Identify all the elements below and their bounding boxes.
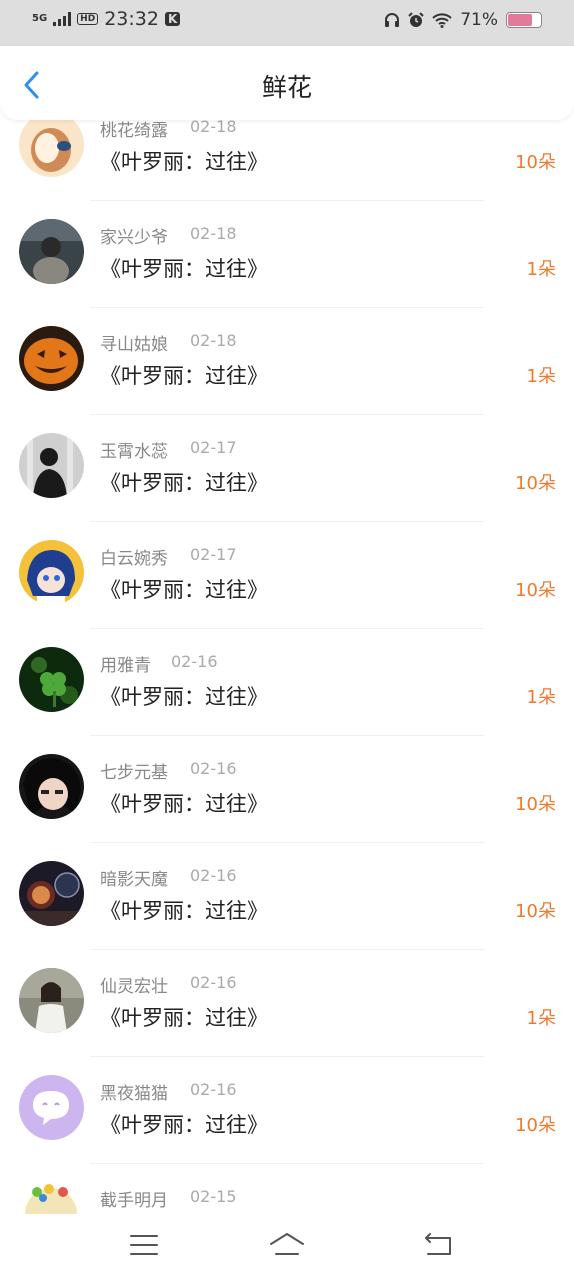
- book-title: 《叶罗丽：过往》: [100, 578, 268, 602]
- flower-count: 10朵: [515, 473, 556, 494]
- date: 02-16: [190, 1080, 237, 1099]
- book-title: 《叶罗丽：过往》: [100, 364, 268, 388]
- book-title: 《叶罗丽：过往》: [100, 471, 268, 495]
- user-name: 截手明月: [100, 1191, 168, 1211]
- user-name: 仙灵宏壮: [100, 977, 168, 997]
- flower-count: 1朵: [526, 687, 556, 708]
- flower-count: 1朵: [526, 1008, 556, 1029]
- avatar: [19, 647, 84, 712]
- menu-icon: [130, 1235, 158, 1255]
- book-title: 《叶罗丽：过往》: [100, 899, 268, 923]
- battery-percent: 71%: [460, 10, 498, 30]
- status-right: 71%: [384, 10, 542, 30]
- user-name: 家兴少爷: [100, 228, 168, 248]
- network-type: 5G: [32, 13, 48, 24]
- title-bar: 鲜花: [0, 46, 574, 120]
- signal-icon: [53, 12, 72, 26]
- date: 02-16: [171, 652, 218, 671]
- list-item[interactable]: 截手明月 02-15: [0, 1157, 574, 1214]
- book-title: 《叶罗丽：过往》: [100, 1006, 268, 1030]
- home-icon: [270, 1233, 304, 1255]
- status-left: 5G HD 23:32 K: [32, 8, 181, 30]
- book-title: 《叶罗丽：过往》: [100, 1113, 268, 1137]
- avatar: [19, 326, 84, 391]
- list-item[interactable]: 七步元基 02-16 《叶罗丽：过往》 10朵: [0, 729, 574, 836]
- back-icon: [425, 1233, 451, 1255]
- list-item[interactable]: 仙灵宏壮 02-16 《叶罗丽：过往》 1朵: [0, 943, 574, 1050]
- system-back-button[interactable]: [418, 1228, 458, 1262]
- date: 02-18: [190, 224, 237, 243]
- headphones-icon: [385, 13, 400, 27]
- page-title: 鲜花: [261, 73, 312, 102]
- user-name: 黑夜猫猫: [100, 1084, 168, 1104]
- user-name: 玉霄水蕊: [100, 442, 168, 462]
- status-time: 23:32: [104, 8, 159, 30]
- user-name: 暗影天魔: [100, 870, 168, 890]
- flower-count: 1朵: [526, 366, 556, 387]
- user-name: 七步元基: [100, 763, 168, 783]
- list-item[interactable]: 用雅青 02-16 《叶罗丽：过往》 1朵: [0, 622, 574, 729]
- user-name: 寻山姑娘: [100, 335, 168, 355]
- hd-badge: HD: [77, 13, 99, 25]
- navigation-bar: [0, 1214, 574, 1280]
- flower-count: 10朵: [515, 901, 556, 922]
- list-item[interactable]: 玉霄水蕊 02-17 《叶罗丽：过往》 10朵: [0, 408, 574, 515]
- status-bar: 5G HD 23:32 K 71%: [0, 0, 574, 46]
- avatar: [19, 433, 84, 498]
- flower-count: 10朵: [515, 1115, 556, 1136]
- avatar: [19, 1182, 84, 1214]
- date: 02-17: [190, 545, 237, 564]
- avatar: [19, 968, 84, 1033]
- avatar: [19, 1075, 84, 1140]
- flower-count: 1朵: [526, 259, 556, 280]
- date: 02-17: [190, 438, 237, 457]
- date: 02-16: [190, 973, 237, 992]
- list-item[interactable]: 寻山姑娘 02-18 《叶罗丽：过往》 1朵: [0, 301, 574, 408]
- flower-count: 10朵: [515, 794, 556, 815]
- user-name: 用雅青: [100, 656, 151, 676]
- flower-list: 桃花绮露 02-18 《叶罗丽：过往》 10朵 家兴少爷 02-18 《叶罗丽：…: [0, 90, 574, 1214]
- menu-button[interactable]: [124, 1228, 164, 1262]
- avatar: [19, 861, 84, 926]
- book-title: 《叶罗丽：过往》: [100, 792, 268, 816]
- wifi-icon: [432, 13, 452, 28]
- list-item[interactable]: 黑夜猫猫 02-16 《叶罗丽：过往》 10朵: [0, 1050, 574, 1157]
- avatar: [19, 754, 84, 819]
- date: 02-16: [190, 759, 237, 778]
- date: 02-15: [190, 1187, 237, 1206]
- book-title: 《叶罗丽：过往》: [100, 257, 268, 281]
- book-title: 《叶罗丽：过往》: [100, 150, 268, 174]
- avatar: [19, 219, 84, 284]
- avatar: [19, 112, 84, 177]
- flower-count: 10朵: [515, 580, 556, 601]
- list-item[interactable]: 家兴少爷 02-18 《叶罗丽：过往》 1朵: [0, 194, 574, 301]
- alarm-icon: [408, 12, 424, 27]
- list-item[interactable]: 白云婉秀 02-17 《叶罗丽：过往》 10朵: [0, 515, 574, 622]
- date: 02-16: [190, 866, 237, 885]
- user-name: 白云婉秀: [100, 549, 168, 569]
- home-button[interactable]: [267, 1228, 307, 1262]
- flower-count: 10朵: [515, 152, 556, 173]
- list-item[interactable]: 暗影天魔 02-16 《叶罗丽：过往》 10朵: [0, 836, 574, 943]
- book-title: 《叶罗丽：过往》: [100, 685, 268, 709]
- k-badge-icon: K: [164, 12, 181, 26]
- avatar: [19, 540, 84, 605]
- battery-icon: [506, 12, 542, 28]
- date: 02-18: [190, 331, 237, 350]
